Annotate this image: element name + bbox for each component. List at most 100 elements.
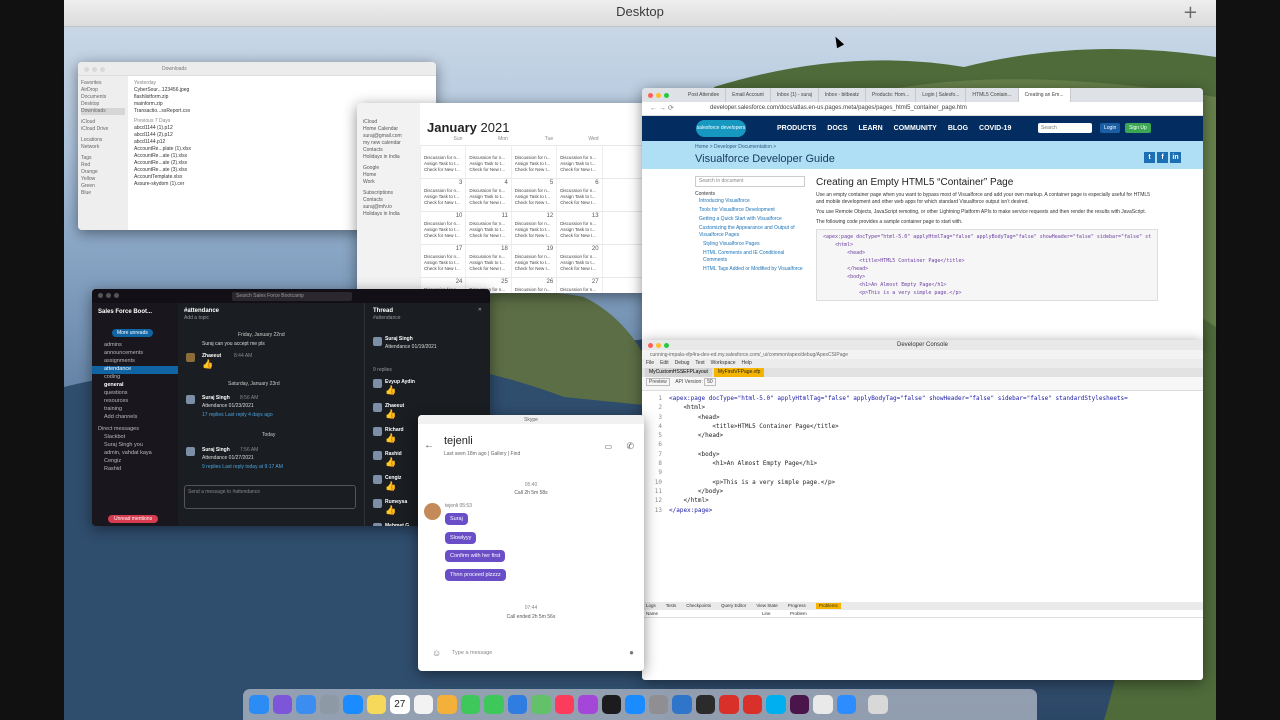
channel-item[interactable]: admins <box>92 342 178 350</box>
slack-icon[interactable] <box>789 694 809 715</box>
finder-sidebar-item[interactable]: Yellow <box>81 176 125 183</box>
channel-item[interactable]: training <box>92 406 178 414</box>
messages-icon[interactable] <box>460 694 480 715</box>
calendar-item[interactable]: suraj@mfv.io <box>363 204 416 211</box>
reminders-icon[interactable] <box>413 694 433 715</box>
menu-item[interactable]: Debug <box>675 360 690 367</box>
thread-replies-link[interactable]: 17 replies Last reply 4 days ago <box>202 412 273 419</box>
calendar-icon[interactable]: 27 <box>390 694 410 715</box>
calendar-event[interactable]: Discussion for n... Assign Task to t... … <box>424 155 463 175</box>
calendar-day-cell[interactable]: Discussion for n... Assign Task to t... … <box>465 145 511 178</box>
finder-sidebar-item[interactable]: Desktop <box>81 101 125 108</box>
user-avatar[interactable] <box>373 427 382 436</box>
close-icon[interactable]: ✕ <box>478 307 482 314</box>
api-version-select[interactable]: 50 <box>704 378 716 386</box>
mission-control-space-title[interactable]: Desktop <box>64 4 1216 19</box>
user-avatar[interactable] <box>373 523 382 526</box>
notes-icon[interactable] <box>366 694 386 715</box>
back-forward-reload-icons[interactable]: ← → ⟳ <box>650 104 674 112</box>
user-avatar[interactable] <box>373 403 382 412</box>
calendar-event[interactable]: Discussion for n... Assign Task to t... … <box>515 287 554 293</box>
browser-tab[interactable]: Products: Hom... <box>866 88 917 102</box>
panel-tab[interactable]: Progress <box>788 603 806 609</box>
calendar-day-cell[interactable]: 6 Discussion for n... Assign Task to t...… <box>556 178 602 211</box>
dm-item[interactable]: admin, vahdat kaya <box>92 450 178 458</box>
calendar-item[interactable]: Holidays in India <box>363 154 416 161</box>
siri-icon[interactable] <box>272 694 292 715</box>
channel-item[interactable]: general <box>92 382 178 390</box>
browser-tab[interactable]: Login | Salesfo... <box>916 88 967 102</box>
chat-bubble[interactable]: Confirm with her first <box>445 550 506 562</box>
channel-item[interactable]: announcements <box>92 350 178 358</box>
nav-link[interactable]: DOCS <box>827 125 847 132</box>
calendar-event[interactable]: Discussion for n... Assign Task to t... … <box>424 254 463 274</box>
toc-link[interactable]: Getting a Quick Start with Visualforce <box>695 216 805 223</box>
photos-icon[interactable] <box>437 694 457 715</box>
add-space-icon[interactable]: + <box>1183 2 1198 23</box>
microphone-icon[interactable]: ● <box>629 648 634 657</box>
chat-bubble[interactable]: Thnn proceed plzzzz <box>445 569 506 581</box>
finder-sidebar-item[interactable]: Green <box>81 183 125 190</box>
thread-author[interactable]: Suraj Singh <box>385 336 413 343</box>
nav-link[interactable]: COVID-19 <box>979 125 1011 132</box>
linkedin-icon[interactable]: in <box>1170 152 1181 163</box>
calendar-day-cell[interactable]: Discussion for n... Assign Task to t... … <box>556 145 602 178</box>
menu-item[interactable]: Workspace <box>711 360 736 367</box>
calendar-event[interactable]: Discussion for n... Assign Task to t... … <box>560 254 599 274</box>
dm-section-header[interactable]: Direct messages <box>92 426 178 434</box>
toc-link[interactable]: Introducing Visualforce <box>695 198 805 205</box>
dm-item[interactable]: Slackbot <box>92 434 178 442</box>
browser-tab[interactable]: Email Account <box>726 88 771 102</box>
calendar-event[interactable]: Discussion for n... Assign Task to t... … <box>469 254 508 274</box>
calendar-item[interactable]: Work <box>363 179 416 186</box>
calendar-day-cell[interactable]: 27 Discussion for n... Assign Task to t..… <box>556 277 602 293</box>
calendar-event[interactable]: Discussion for n... Assign Task to t... … <box>424 221 463 241</box>
signup-button[interactable]: Sign Up <box>1125 123 1151 133</box>
salesforce-logo[interactable]: salesforce developers <box>696 120 746 137</box>
xcode-icon[interactable] <box>672 694 692 715</box>
safari-icon[interactable] <box>343 694 363 715</box>
window-controls[interactable] <box>98 293 119 298</box>
user-avatar[interactable] <box>373 475 382 484</box>
login-button[interactable]: Login <box>1100 123 1121 133</box>
panel-tab[interactable]: Query Editor <box>721 603 746 609</box>
trash-icon[interactable] <box>868 694 888 715</box>
video-call-icon[interactable]: ▭ <box>604 442 612 451</box>
window-controls[interactable] <box>648 343 669 348</box>
calendar-item[interactable]: Contacts <box>363 147 416 154</box>
calendar-day-cell[interactable]: 12 Discussion for n... Assign Task to t..… <box>510 211 557 244</box>
calendar-event[interactable]: Discussion for n... Assign Task to t... … <box>515 254 554 274</box>
thread-replies-link[interactable]: 9 replies Last reply today at 9:17 AM <box>202 464 283 471</box>
browser-tab[interactable]: Post Attendee <box>682 88 727 102</box>
calendar-event[interactable]: Discussion for n... Assign Task to t... … <box>515 188 554 208</box>
panel-tab[interactable]: Checkpoints <box>686 603 711 609</box>
site-search-input[interactable]: Search <box>1038 123 1092 133</box>
code-editor[interactable]: 1 2 3 4 5 6 7 8 9 10 11 12 13 <apex:page docType="ht… <box>642 392 1203 597</box>
file-row[interactable]: CyberSour...123456.jpeg <box>134 87 428 94</box>
tv-icon[interactable] <box>601 694 621 715</box>
calendar-day-cell[interactable]: 13 Discussion for n... Assign Task to t..… <box>556 211 602 244</box>
calendar-day-cell[interactable]: 4 Discussion for n... Assign Task to t...… <box>465 178 511 211</box>
browser-tab[interactable]: Inbox - bitbeatz <box>819 88 867 102</box>
menu-item[interactable]: File <box>646 360 654 367</box>
calendar-day-cell[interactable] <box>601 211 647 244</box>
toc-link[interactable]: Tools for Visualforce Development <box>695 207 805 214</box>
message-composer[interactable]: Send a message to #attendance <box>184 485 356 509</box>
add-channels-button[interactable]: Add channels <box>92 414 178 422</box>
skype-icon[interactable] <box>766 694 786 715</box>
facebook-icon[interactable]: f <box>1157 152 1168 163</box>
file-tab-active[interactable]: MyFirstVFPage.vfp <box>713 368 765 377</box>
message-input[interactable]: ☺ Type a message ● <box>426 647 638 661</box>
nav-link[interactable]: COMMUNITY <box>894 125 937 132</box>
file-row[interactable]: flashlistform.zip <box>134 94 428 101</box>
user-avatar[interactable] <box>186 353 195 362</box>
twitter-icon[interactable]: t <box>1144 152 1155 163</box>
finder-sidebar-item[interactable]: Network <box>81 144 125 151</box>
toc-link[interactable]: HTML Comments and IE Conditional Comment… <box>695 250 805 264</box>
toc-link[interactable]: Customizing the Appearance and Output of… <box>695 225 805 239</box>
app-store-icon[interactable] <box>625 694 645 715</box>
launchpad-icon[interactable] <box>319 694 339 715</box>
browser-tab-active[interactable]: Creating an Em... <box>1018 88 1071 102</box>
maps-icon[interactable] <box>531 694 551 715</box>
calendar-day-cell[interactable]: Discussion for n... Assign Task to t... … <box>420 145 466 178</box>
